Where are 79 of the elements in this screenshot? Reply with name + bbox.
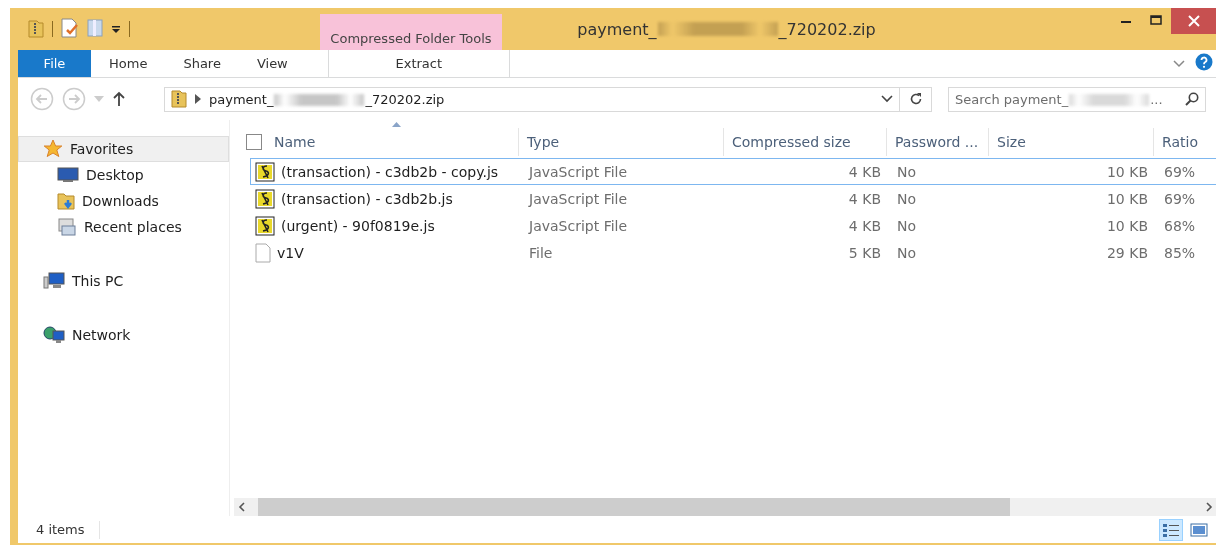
sidebar-item[interactable]: Downloads (18, 188, 229, 214)
table-cell-text: 69% (1163, 163, 1197, 180)
zip-folder-icon (28, 19, 44, 39)
ribbon-tab[interactable]: View (238, 50, 306, 77)
column-header[interactable]: Password ... (895, 134, 979, 150)
context-tab-group: Compressed Folder Tools (320, 14, 502, 50)
ribbon-tab[interactable]: Home (91, 50, 166, 77)
file-name: (transaction) - c3db2b.js (281, 190, 453, 207)
table-cell-text: 10 KB (1105, 163, 1149, 180)
refresh-button[interactable] (900, 86, 932, 112)
column-header[interactable]: Size (997, 134, 1026, 150)
search-field[interactable]: Search payment_ ... (948, 86, 1206, 112)
table-cell-text: 4 KB (847, 190, 882, 207)
table-cell-text: No (896, 190, 918, 207)
script-file-icon (255, 215, 275, 236)
table-cell-text: JavaScript File (527, 163, 629, 180)
table-cell-text: 69% (1163, 190, 1197, 207)
scroll-left-icon[interactable] (238, 502, 246, 512)
dropdown-icon[interactable] (881, 95, 893, 103)
column-header[interactable]: Type (527, 134, 560, 150)
column-header[interactable]: Compressed size (732, 134, 851, 150)
path-text: payment_ _720202.zip (209, 91, 446, 107)
table-cell-text: No (896, 217, 918, 234)
file-row[interactable]: (transaction) - c3db2b.js JavaScript File 4 KB No 10 KB 69% (250, 185, 1216, 212)
refresh-icon (908, 92, 923, 106)
maximize-icon (1150, 15, 1162, 25)
script-file-icon (255, 188, 275, 209)
computer-icon (43, 272, 65, 290)
recent-places-icon (57, 218, 77, 236)
table-cell-text: 29 KB (1105, 244, 1149, 261)
table-cell-text: 10 KB (1105, 217, 1149, 234)
network-icon (43, 326, 65, 344)
item-count: 4 items (36, 520, 100, 539)
window-title: payment_ _720202.zip (576, 18, 877, 41)
file-row[interactable]: v1V File 5 KB No 29 KB 85% (250, 239, 1216, 266)
monitor-icon (57, 167, 79, 183)
file-row[interactable]: (transaction) - c3db2b - copy.js JavaScript File 4 KB No 10 KB 69% (250, 158, 1216, 185)
file-name: (transaction) - c3db2b - copy.js (281, 163, 499, 180)
sidebar-item[interactable]: Network (18, 322, 229, 348)
table-cell-text: JavaScript File (527, 217, 629, 234)
star-icon (43, 139, 63, 159)
table-cell-text: 10 KB (1105, 190, 1149, 207)
column-header[interactable]: Ratio (1162, 134, 1198, 150)
sort-arrow-icon (392, 122, 401, 127)
select-all-checkbox[interactable] (246, 134, 262, 150)
table-cell-text: No (896, 244, 918, 261)
breadcrumb-arrow-icon[interactable] (195, 94, 201, 104)
blank-file-icon (255, 242, 271, 263)
horizontal-scrollbar[interactable] (234, 498, 1216, 516)
ribbon-tab[interactable]: Share (165, 50, 239, 77)
address-bar[interactable]: payment_ _720202.zip (164, 86, 900, 112)
sidebar-item[interactable]: Recent places (18, 214, 229, 240)
table-cell-text: 4 KB (847, 217, 882, 234)
sidebar-item[interactable]: This PC (18, 268, 229, 294)
details-view-button[interactable] (1159, 518, 1183, 541)
file-name: (urgent) - 90f0819e.js (281, 217, 435, 234)
sidebar-item[interactable]: Desktop (18, 162, 229, 188)
sidebar-item[interactable]: Favorites (18, 136, 229, 162)
table-cell-text: 85% (1163, 244, 1197, 261)
table-cell-text: File (528, 244, 554, 261)
ribbon-tab[interactable]: Extract (327, 50, 510, 77)
download-folder-icon (57, 191, 75, 211)
table-cell-text: 4 KB (847, 163, 882, 180)
table-cell-text: 5 KB (847, 244, 882, 261)
close-button[interactable] (1171, 8, 1216, 34)
zip-folder-icon (171, 89, 187, 109)
search-icon[interactable] (1185, 92, 1199, 106)
table-cell-text: 68% (1163, 217, 1197, 234)
table-cell-text: JavaScript File (527, 190, 629, 207)
script-file-icon (255, 161, 275, 182)
file-row[interactable]: (urgent) - 90f0819e.js JavaScript File 4 KB No 10 KB 68% (250, 212, 1216, 239)
table-cell-text: No (896, 163, 918, 180)
up-arrow-icon[interactable] (112, 91, 126, 107)
scroll-right-icon[interactable] (1205, 502, 1213, 512)
column-header[interactable]: Name (274, 134, 316, 150)
file-name: v1V (277, 244, 304, 261)
properties-icon[interactable] (61, 17, 79, 41)
ribbon-tab[interactable]: File (18, 50, 91, 77)
close-icon (1188, 15, 1200, 27)
